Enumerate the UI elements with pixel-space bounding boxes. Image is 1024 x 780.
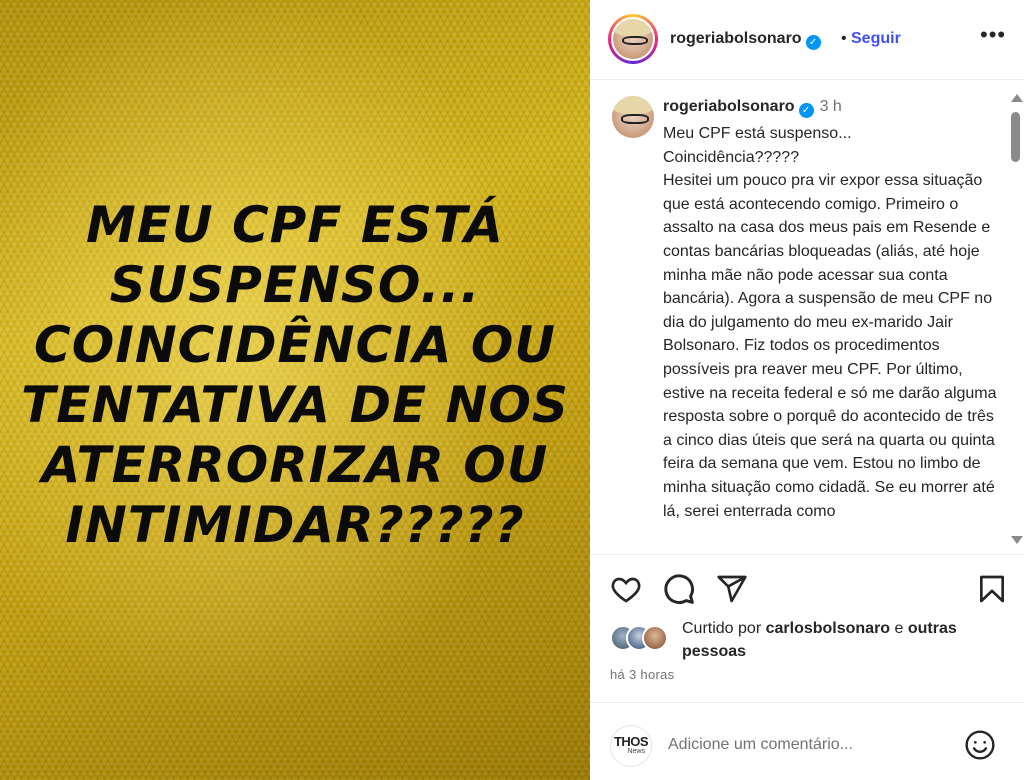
verified-badge-icon: ✓ — [798, 103, 814, 118]
header-separator: • — [841, 30, 847, 47]
author-avatar[interactable] — [608, 14, 658, 64]
follow-button[interactable]: Seguir — [851, 30, 901, 48]
commenter-avatar-text: THOS — [613, 734, 649, 749]
scroll-down-arrow-icon[interactable] — [1011, 536, 1023, 544]
post-image[interactable]: MEU CPF ESTÁ SUSPENSO... COINCIDÊNCIA OU… — [0, 0, 590, 780]
post-header: rogeriabolsonaro ✓ • Seguir ••• — [590, 0, 1024, 80]
bookmark-icon[interactable] — [976, 573, 1008, 605]
scroll-up-arrow-icon[interactable] — [1011, 94, 1023, 102]
liked-by-avatars[interactable] — [610, 625, 670, 653]
scrollbar-thumb[interactable] — [1011, 112, 1020, 162]
post-image-headline: MEU CPF ESTÁ SUSPENSO... COINCIDÊNCIA OU… — [15, 195, 575, 555]
caption-header: rogeriabolsonaro ✓ 3 h — [663, 98, 842, 118]
commenter-avatar-subtext: News — [627, 748, 645, 755]
comment-bubble-icon[interactable] — [663, 573, 695, 605]
paper-plane-icon[interactable] — [716, 573, 748, 605]
post-actions: Curtido por carlosbolsonaro e outras pes… — [590, 554, 1024, 682]
headline-line: TENTATIVA DE NOS — [21, 376, 569, 434]
author-username-link[interactable]: rogeriabolsonaro ✓ — [670, 30, 821, 50]
comment-bar: THOS News — [590, 702, 1024, 780]
liked-by-conjunction: e — [890, 620, 908, 637]
heart-icon[interactable] — [610, 573, 642, 605]
comment-input[interactable] — [668, 733, 948, 757]
liked-by-user-link[interactable]: carlosbolsonaro — [766, 620, 890, 637]
author-username[interactable]: rogeriabolsonaro — [670, 30, 802, 47]
commenter-avatar[interactable]: THOS News — [610, 725, 652, 767]
post-timestamp[interactable]: há 3 horas — [610, 667, 674, 682]
more-options-icon[interactable]: ••• — [980, 22, 1006, 48]
post-side-panel: rogeriabolsonaro ✓ • Seguir ••• rogeriabo… — [590, 0, 1024, 780]
liked-by-prefix: Curtido por — [682, 620, 766, 637]
headline-line: COINCIDÊNCIA OU — [34, 316, 556, 374]
caption-text: Meu CPF está suspenso... Coincidência???… — [663, 125, 997, 520]
headline-line: SUSPENSO... — [109, 256, 481, 314]
avatar[interactable] — [642, 625, 668, 651]
liked-by-text: Curtido por carlosbolsonaro e outras pes… — [682, 617, 1002, 663]
caption-username[interactable]: rogeriabolsonaro — [663, 98, 795, 115]
caption-time[interactable]: 3 h — [820, 98, 842, 115]
headline-line: INTIMIDAR????? — [65, 496, 525, 554]
caption-area: rogeriabolsonaro ✓ 3 h Meu CPF está suspen… — [590, 80, 1024, 554]
headline-line: ATERRORIZAR OU — [41, 436, 549, 494]
headline-line: MEU CPF ESTÁ — [86, 196, 504, 254]
verified-badge-icon: ✓ — [805, 35, 821, 50]
caption-scrollbar[interactable] — [1008, 90, 1023, 550]
caption-author-avatar[interactable] — [612, 96, 654, 138]
smiley-icon[interactable] — [964, 729, 996, 761]
